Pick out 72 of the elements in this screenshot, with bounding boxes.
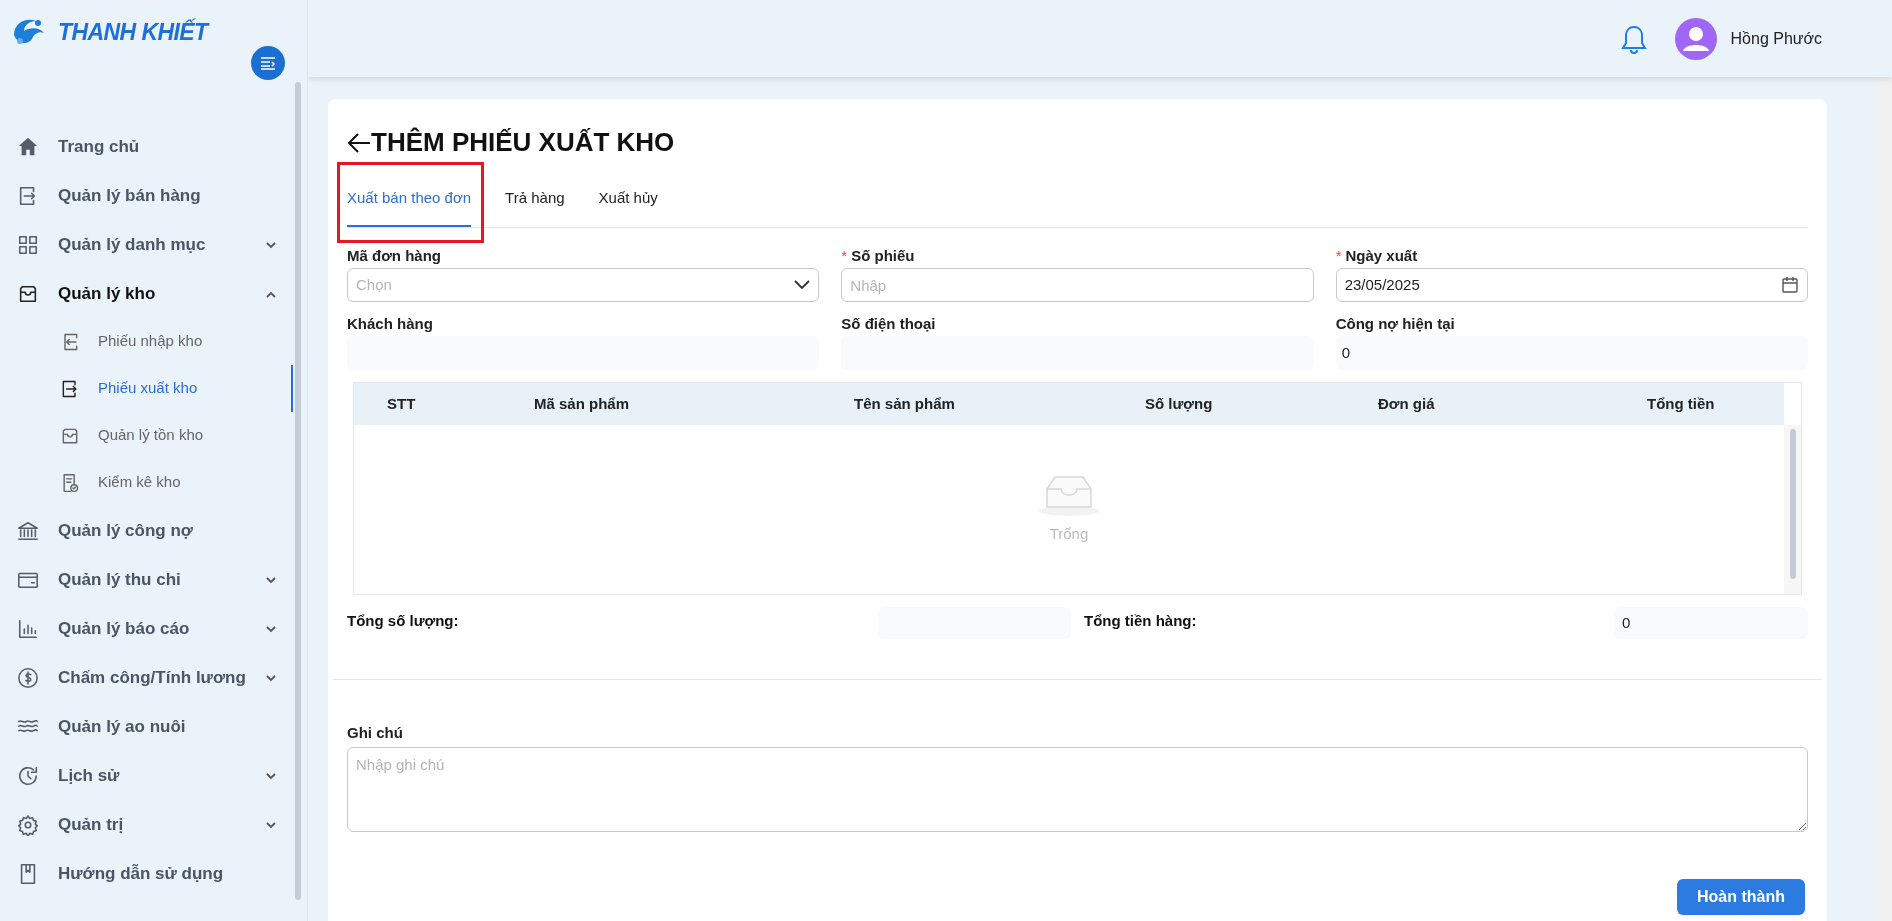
total-label: Tổng số lượng: (347, 611, 459, 631)
chevron-icon (794, 280, 811, 290)
field-label: Số phiếu (851, 245, 915, 266)
chevron-icon (265, 240, 277, 249)
field-label: Mã đơn hàng (347, 245, 441, 266)
home-icon (17, 135, 39, 158)
clock-icon (17, 764, 39, 787)
sidebar-item[interactable]: Quản lý bán hàng (0, 171, 307, 220)
menu-collapse-icon (260, 56, 276, 70)
settings-icon (17, 813, 39, 836)
column-header: Đơn giá (1378, 393, 1436, 414)
total-value: 0 (1614, 607, 1808, 639)
field-label: Khách hàng (347, 313, 433, 334)
sidebar-item[interactable]: Quản trị (0, 800, 307, 849)
back-arrow-icon[interactable] (347, 131, 371, 154)
tab[interactable]: Xuất hủy (598, 176, 658, 227)
note-field[interactable]: Nhập ghi chú (347, 746, 1808, 832)
empty-text: Trống (1049, 524, 1089, 545)
field-label: Số điện thoại (841, 313, 936, 334)
column-header: Mã sản phẩm (534, 393, 631, 414)
field-label: Ngày xuất (1345, 245, 1418, 266)
column-header: STT (387, 393, 417, 414)
page-title: THÊM PHIẾU XUẤT KHO (371, 126, 675, 159)
chevron-icon (265, 673, 277, 682)
bank-icon (17, 519, 39, 542)
chevron-icon (265, 575, 277, 584)
chevron-icon (265, 289, 277, 298)
logo-text: THANH KHIẾT (58, 17, 208, 47)
sidebar-subitem[interactable]: Phiếu xuất kho (0, 365, 293, 412)
sidebar-item[interactable]: Lịch sử (0, 751, 307, 800)
sidebar-item[interactable]: Quản lý thu chi (0, 555, 307, 604)
table-scrollbar[interactable] (1784, 425, 1801, 594)
sidebar-subitem[interactable]: Kiểm kê kho (0, 459, 293, 506)
required-mark: * (841, 245, 848, 266)
readonly-field: 0 (1335, 336, 1808, 370)
sidebar-item[interactable]: Chấm công/Tính lương (0, 653, 307, 702)
sidebar-item[interactable]: Quản lý kho (0, 269, 307, 318)
scrollbar[interactable] (295, 82, 301, 900)
chevron-icon (265, 624, 277, 633)
grid-icon (17, 233, 39, 256)
chevron-icon (265, 771, 277, 780)
dollar-circle-icon (17, 666, 39, 689)
sidebar-item[interactable]: Quản lý công nợ (0, 506, 307, 555)
tab[interactable]: Trả hàng (505, 176, 565, 227)
page-scrollbar[interactable] (1876, 77, 1892, 921)
notification-bell-icon[interactable] (1620, 23, 1647, 54)
input-field[interactable]: Nhập (841, 268, 1314, 302)
sidebar-item[interactable]: Trang chủ (0, 122, 307, 171)
empty-inbox-icon (1037, 473, 1101, 518)
total-label: Tổng tiền hàng: (1084, 611, 1197, 631)
collapse-menu-button[interactable] (251, 46, 285, 80)
bar-chart-icon (17, 617, 39, 640)
tab[interactable]: Xuất bán theo đơn (347, 176, 472, 227)
calendar-icon (1781, 276, 1799, 294)
sidebar-subitem[interactable]: Phiếu nhập kho (0, 318, 293, 365)
submit-button[interactable]: Hoàn thành (1677, 878, 1805, 915)
sidebar-item[interactable]: Quản lý báo cáo (0, 604, 307, 653)
column-header: Tên sản phẩm (854, 393, 956, 414)
user-name[interactable]: Hồng Phước (1730, 26, 1822, 51)
sidebar-subitem[interactable]: Quản lý tồn kho (0, 412, 293, 459)
field-label: Ghi chú (347, 723, 404, 743)
sidebar-item[interactable]: Quản lý danh mục (0, 220, 307, 269)
avatar-icon[interactable] (1674, 17, 1717, 60)
checklist-icon (60, 472, 80, 493)
date-field[interactable]: 23/05/2025 (1335, 268, 1808, 302)
chevron-icon (265, 820, 277, 829)
sidebar-item[interactable]: Hướng dẫn sử dụng (0, 849, 307, 898)
column-header: Tổng tiền (1647, 393, 1716, 414)
required-mark: * (1335, 245, 1342, 266)
field-label: Công nợ hiện tại (1335, 313, 1455, 334)
sidebar-item[interactable]: Quản lý ao nuôi (0, 702, 307, 751)
column-header: Số lượng (1145, 393, 1214, 414)
